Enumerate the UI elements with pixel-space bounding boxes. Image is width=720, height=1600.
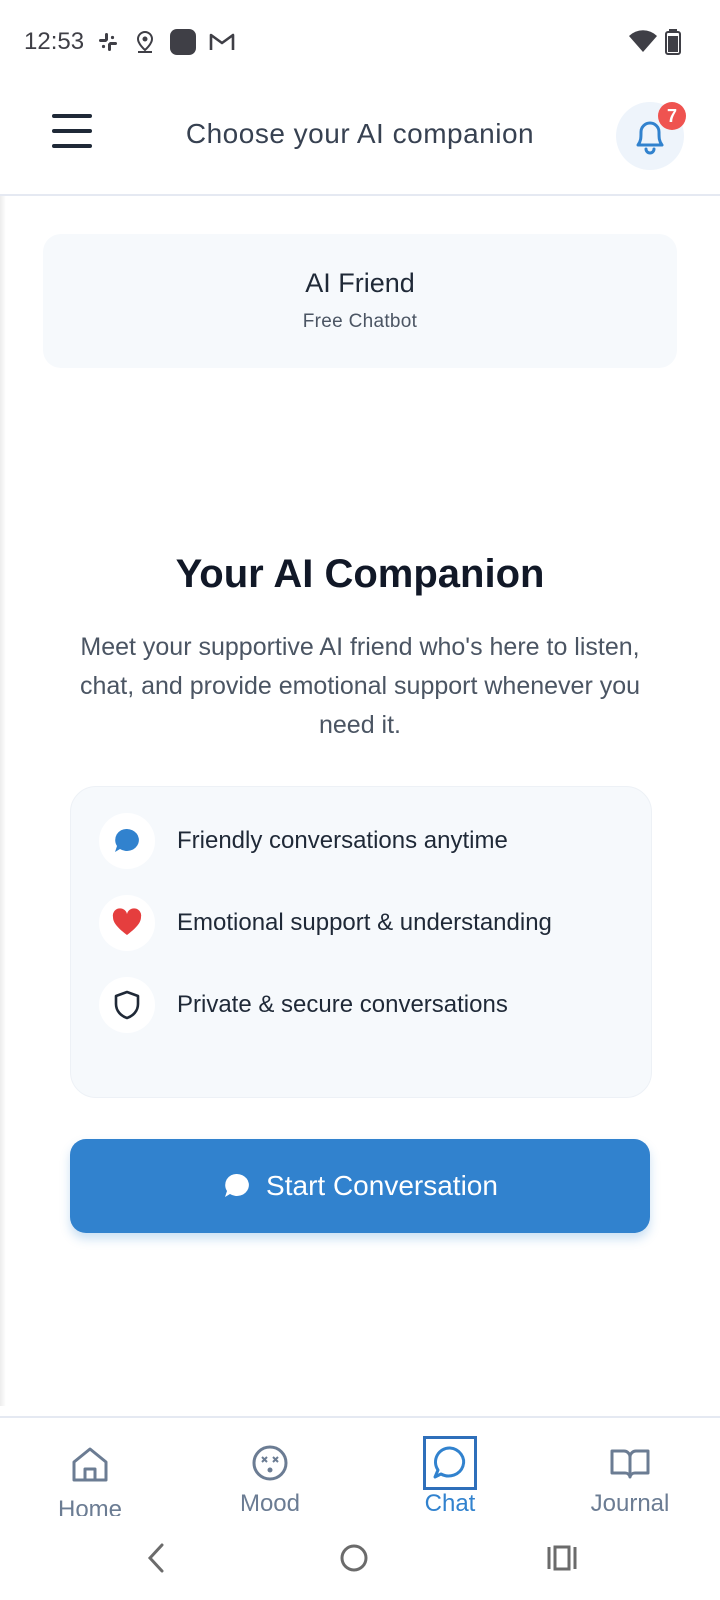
shield-icon (99, 977, 155, 1033)
nav-label-journal: Journal (590, 1490, 670, 1517)
app-square-icon (170, 29, 196, 55)
companion-name: AI Friend (305, 268, 415, 298)
gmail-icon (209, 33, 235, 50)
chat-bubble-icon (99, 813, 155, 869)
nav-item-home[interactable]: Home (0, 1418, 180, 1523)
feature-item: Emotional support & understanding (99, 895, 552, 951)
location-icon (136, 30, 154, 53)
system-nav (0, 1516, 720, 1600)
hero-description: Meet your supportive AI friend who's her… (79, 633, 641, 739)
recents-icon[interactable] (546, 1542, 578, 1574)
mood-face-icon (243, 1436, 297, 1490)
heart-icon (99, 895, 155, 951)
app-header: Choose your AI companion (0, 86, 720, 196)
start-conversation-label: Start Conversation (266, 1170, 498, 1201)
slack-icon (99, 33, 117, 51)
chat-bubble-icon (225, 1173, 249, 1197)
menu-icon (52, 114, 92, 118)
companion-card[interactable]: AI Friend Free Chatbot (43, 234, 677, 368)
menu-button[interactable] (52, 114, 92, 154)
hero-title: Your AI Companion (175, 552, 545, 596)
nav-item-journal[interactable]: Journal (540, 1418, 720, 1518)
chat-icon (423, 1436, 477, 1490)
feature-label: Private & secure conversations (177, 991, 508, 1018)
home-icon (63, 1438, 117, 1492)
book-icon (603, 1436, 657, 1490)
bottom-nav: Home Mood Chat Journal (0, 1416, 720, 1523)
feature-item: Private & secure conversations (99, 977, 508, 1033)
nav-item-mood[interactable]: Mood (180, 1418, 360, 1518)
feature-label: Friendly conversations anytime (177, 827, 508, 854)
back-icon[interactable] (146, 1542, 166, 1574)
feature-item: Friendly conversations anytime (99, 813, 508, 869)
home-circle-icon[interactable] (338, 1542, 370, 1574)
status-time: 12:53 (24, 28, 85, 55)
notification-badge: 7 (658, 102, 686, 130)
feature-label: Emotional support & understanding (177, 909, 552, 936)
edge-shadow (0, 196, 6, 1406)
features-card: Friendly conversations anytime Emotional… (70, 786, 652, 1098)
page-title: Choose your AI companion (185, 118, 535, 149)
nav-label-chat: Chat (424, 1490, 476, 1517)
status-bar: 12:53 (0, 0, 720, 86)
companion-subtitle: Free Chatbot (302, 311, 418, 332)
wifi-icon (629, 30, 657, 52)
nav-label-mood: Mood (239, 1490, 301, 1517)
battery-icon (665, 29, 681, 55)
start-conversation-button[interactable]: Start Conversation (70, 1139, 650, 1233)
nav-item-chat[interactable]: Chat (360, 1418, 540, 1518)
